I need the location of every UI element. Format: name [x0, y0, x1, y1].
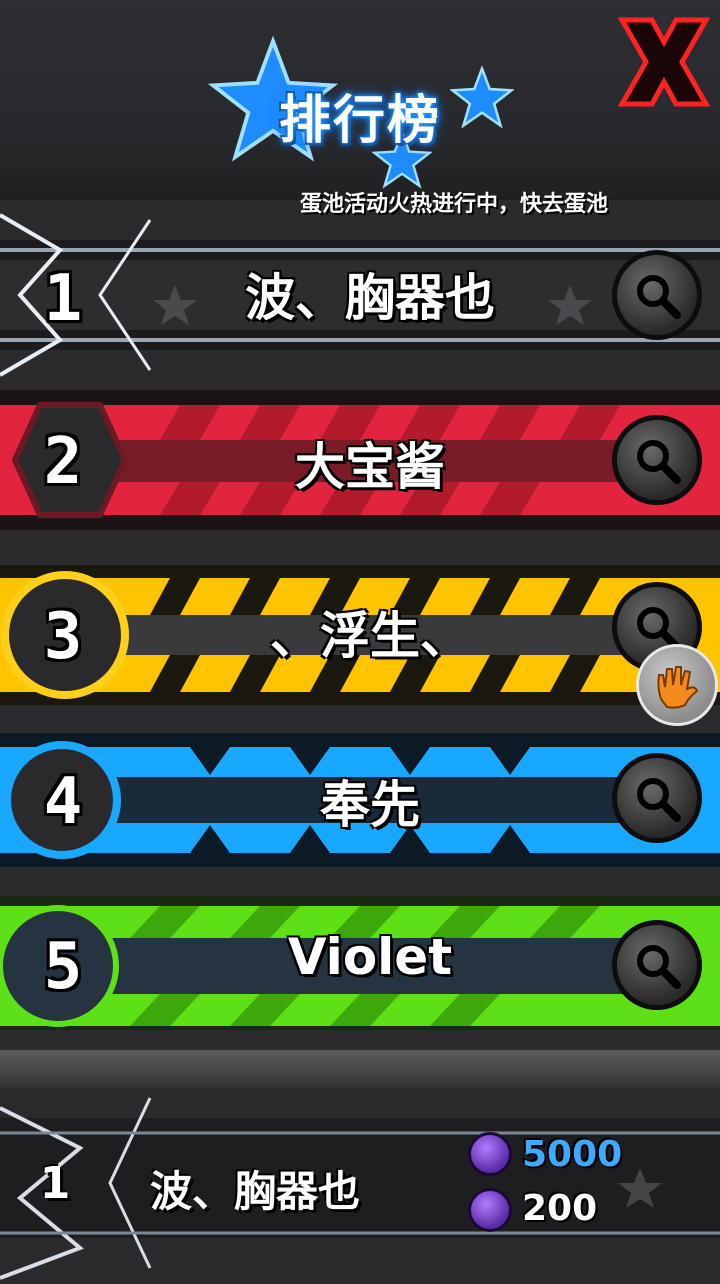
magnifier-icon [637, 275, 681, 319]
page-title: 排行榜 [278, 91, 441, 151]
player-name: 、浮生、 [270, 607, 470, 665]
magnifier-icon [637, 440, 681, 484]
score-primary: 5000 [522, 1134, 623, 1175]
magnifier-icon [637, 778, 681, 822]
floating-assist-button[interactable] [636, 644, 718, 726]
view-player-button[interactable] [612, 753, 702, 843]
player-name: Violet [287, 928, 453, 986]
rank-number: 1 [43, 262, 83, 336]
purple-coin-icon [468, 1132, 512, 1176]
my-rank-number: 1 [39, 1158, 71, 1209]
view-player-button[interactable] [612, 920, 702, 1010]
close-x-icon[interactable] [614, 12, 714, 112]
magnifier-icon [637, 945, 681, 989]
divider [0, 1050, 720, 1090]
my-player-name: 波、胸器也 [150, 1167, 361, 1216]
rank-number: 4 [43, 765, 83, 839]
purple-coin-icon [468, 1188, 512, 1232]
player-name: 奉先 [320, 776, 420, 834]
player-name: 波、胸器也 [245, 269, 495, 327]
rank-number: 2 [43, 425, 83, 499]
leaderboard-row: 5 Violet [0, 888, 720, 1038]
leaderboard-row: 2 大宝酱 [0, 385, 720, 535]
rank-number: 3 [43, 600, 83, 674]
rank-number: 5 [43, 930, 83, 1004]
score-secondary: 200 [522, 1188, 598, 1229]
hand-icon [657, 666, 699, 709]
player-name: 大宝酱 [295, 438, 445, 496]
leaderboard-row: 4 奉先 [0, 725, 720, 875]
view-player-button[interactable] [612, 250, 702, 340]
leaderboard-row: 1 波、胸器也 [0, 210, 720, 377]
view-player-button[interactable] [612, 415, 702, 505]
leaderboard-row: 3 、浮生、 [0, 560, 720, 710]
